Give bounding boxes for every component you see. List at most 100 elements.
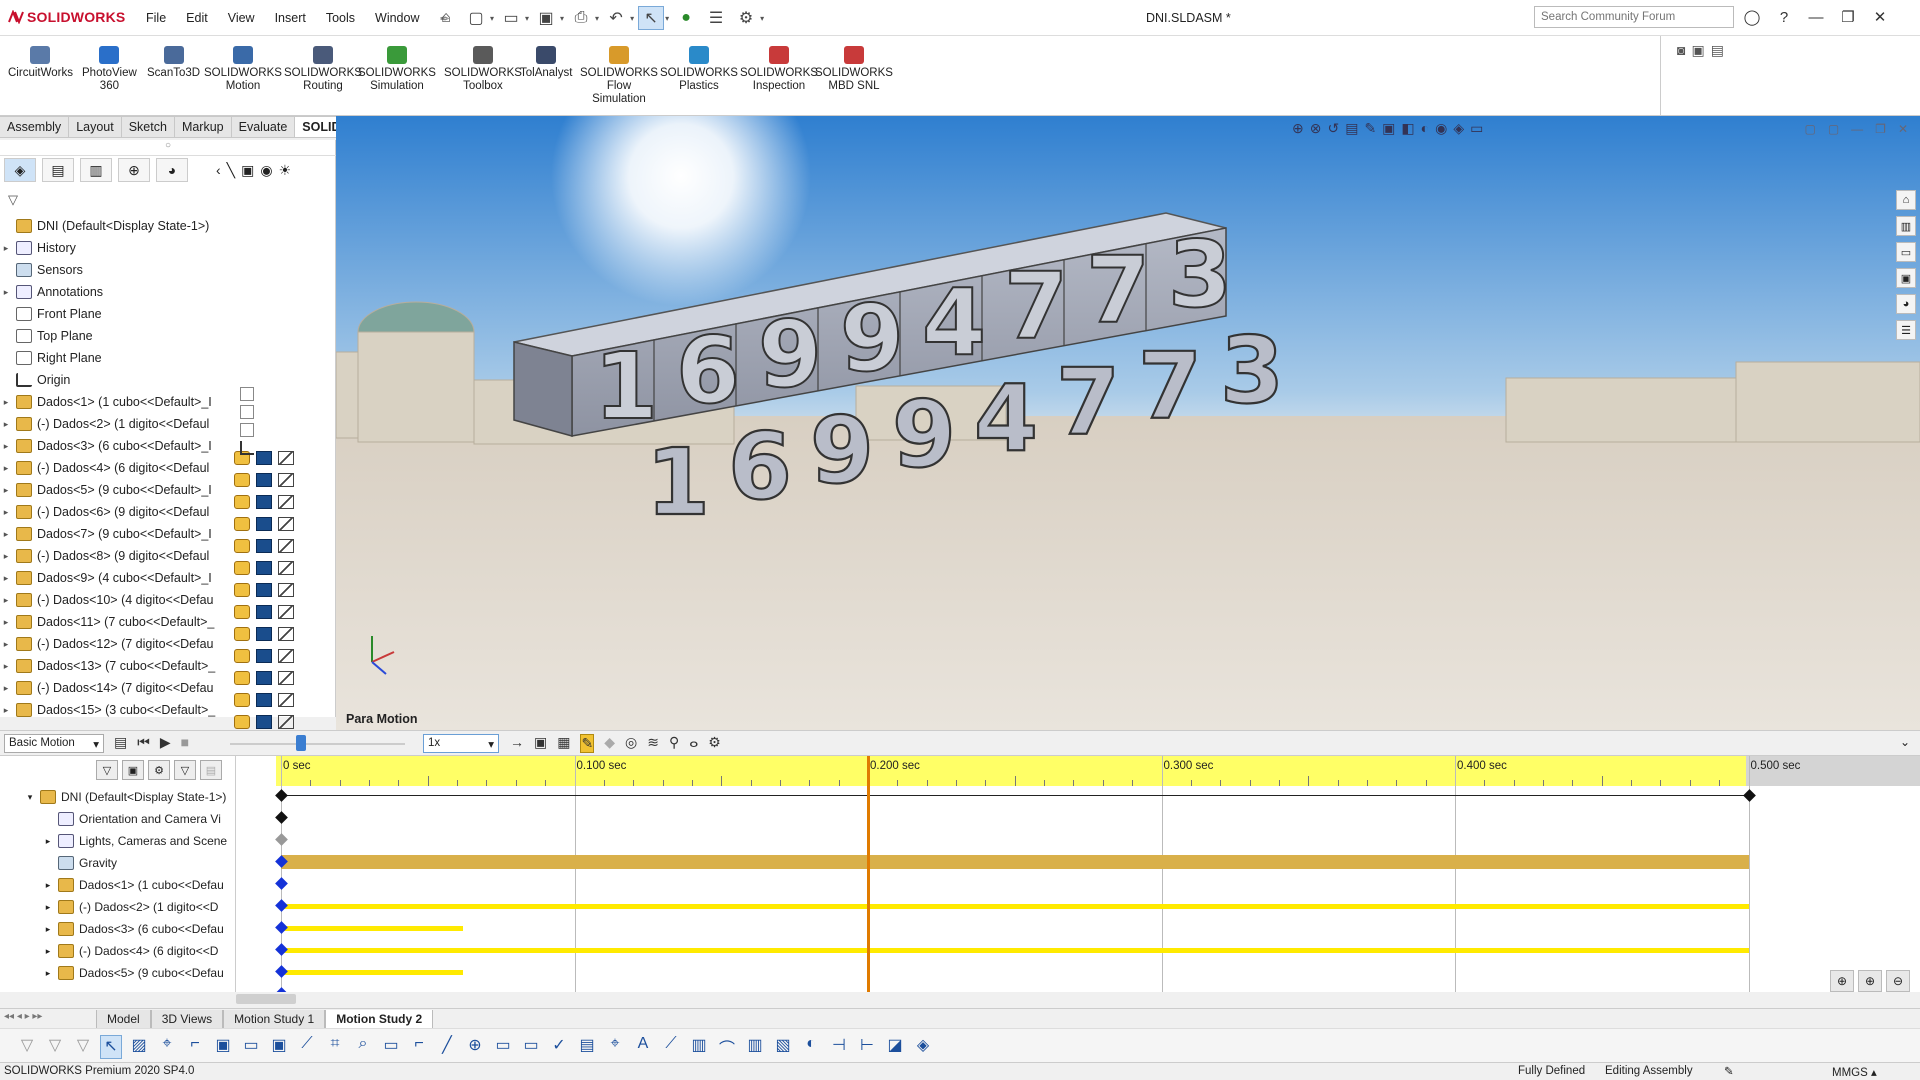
motion-study-type-select[interactable]: Basic Motion ▾ bbox=[4, 734, 104, 753]
filter-blocks-icon[interactable]: ⟋ bbox=[660, 1035, 682, 1059]
filter-sketch-segments-icon[interactable]: ▭ bbox=[380, 1035, 402, 1059]
tree-item[interactable]: ▸ History bbox=[0, 237, 230, 259]
expand-arrow-icon[interactable]: ▸ bbox=[0, 573, 12, 584]
filter-planes-icon[interactable]: ⌗ bbox=[324, 1035, 346, 1059]
filter-connection-points-icon[interactable]: ▧ bbox=[772, 1035, 794, 1059]
scene-icon[interactable]: ☀ bbox=[279, 162, 292, 179]
add-key-icon[interactable]: ◆ bbox=[604, 734, 615, 753]
tab-scroll-arrows[interactable]: ◂◂ ◂ ▸ ▸▸ bbox=[4, 1011, 42, 1022]
filter-icon[interactable]: ▽ bbox=[8, 192, 18, 208]
filter-routing-points-icon[interactable]: ◐ bbox=[800, 1035, 822, 1059]
mate-icon[interactable] bbox=[278, 451, 294, 465]
expand-arrow-icon[interactable]: ▸ bbox=[0, 243, 12, 254]
start-keyframe[interactable] bbox=[275, 899, 288, 912]
mate-icon[interactable] bbox=[278, 495, 294, 509]
new-document-icon[interactable]: ▢ bbox=[463, 6, 489, 30]
chevron-down-icon[interactable]: ▾ bbox=[595, 14, 599, 23]
current-time-bar[interactable] bbox=[867, 756, 870, 992]
menu-tools[interactable]: Tools bbox=[316, 11, 365, 26]
tab-assembly[interactable]: Assembly bbox=[0, 116, 70, 138]
tree-item[interactable]: ▸ Dados<5> (9 cubo<<Default>_I bbox=[0, 479, 230, 501]
start-keyframe[interactable] bbox=[275, 965, 288, 978]
chevron-down-icon[interactable]: ▾ bbox=[665, 14, 669, 23]
ribbon-button-8[interactable]: SOLIDWORKS Flow Simulation bbox=[580, 46, 658, 106]
expand-arrow-icon[interactable]: ▸ bbox=[0, 683, 12, 694]
tree-item[interactable]: Top Plane bbox=[0, 325, 230, 347]
expand-arrow-icon[interactable]: ▸ bbox=[0, 639, 12, 650]
zoom-to-fit-icon[interactable]: ⊕ bbox=[1292, 120, 1304, 137]
zoom-out-icon[interactable]: ⊖ bbox=[1886, 970, 1910, 992]
component-state-icon[interactable] bbox=[234, 671, 250, 685]
minimize-icon[interactable]: — bbox=[1804, 6, 1828, 28]
tree-item[interactable]: ▸ (-) Dados<4> (6 digito<<Defaul bbox=[0, 457, 230, 479]
tab-evaluate[interactable]: Evaluate bbox=[231, 116, 296, 138]
start-keyframe[interactable] bbox=[275, 877, 288, 890]
plane-visibility-icon[interactable] bbox=[240, 441, 254, 455]
menu-edit[interactable]: Edit bbox=[176, 11, 218, 26]
filter-datum-targets-icon[interactable]: ⌖ bbox=[604, 1035, 626, 1059]
expand-arrow-icon[interactable]: ▸ bbox=[0, 507, 12, 518]
collapse-motion-manager-icon[interactable]: ⌄ bbox=[1900, 735, 1910, 749]
filter-center-marks-icon[interactable]: ▥ bbox=[688, 1035, 710, 1059]
ribbon-button-6[interactable]: SOLIDWORKS Toolbox bbox=[444, 46, 522, 93]
expand-arrow-icon[interactable]: ▸ bbox=[0, 419, 12, 430]
edit-appearance-icon[interactable]: ◉ bbox=[1435, 120, 1447, 137]
tab-markup[interactable]: Markup bbox=[174, 116, 232, 138]
component-state-icon[interactable] bbox=[234, 473, 250, 487]
tab-layout[interactable]: Layout bbox=[69, 116, 122, 138]
tree-item[interactable]: ▸ Dados<13> (7 cubo<<Default>_ bbox=[0, 655, 230, 677]
viewport-tile-icon[interactable]: ▢ bbox=[1804, 122, 1815, 136]
filter-surface-bodies-icon[interactable]: ▭ bbox=[240, 1035, 262, 1059]
tree-item[interactable]: ▸ Dados<11> (7 cubo<<Default>_ bbox=[0, 611, 230, 633]
dynamic-annotation-icon[interactable]: ✎ bbox=[1364, 120, 1376, 137]
expand-arrow-icon[interactable]: ▸ bbox=[42, 880, 54, 891]
component-state-icon[interactable] bbox=[234, 561, 250, 575]
stop-icon[interactable]: ■ bbox=[181, 734, 189, 751]
track-line[interactable] bbox=[281, 795, 1749, 796]
expand-arrow-icon[interactable]: ▸ bbox=[42, 836, 54, 847]
filter-faces-icon[interactable]: ▣ bbox=[212, 1035, 234, 1059]
search-input[interactable] bbox=[1534, 6, 1734, 28]
expand-arrow-icon[interactable]: ▸ bbox=[0, 551, 12, 562]
filter-weld-symbols-icon[interactable]: ▤ bbox=[576, 1035, 598, 1059]
open-folder-icon[interactable]: ▭ bbox=[498, 6, 524, 30]
pane-splitter[interactable]: ○ bbox=[0, 140, 336, 156]
user-icon[interactable]: ◯ bbox=[1740, 6, 1764, 28]
save-animation-icon[interactable]: ▣ bbox=[534, 734, 547, 753]
print-icon[interactable]: ⎙ bbox=[568, 6, 594, 30]
playback-speed-select[interactable]: 1x ▾ bbox=[423, 734, 499, 753]
play-icon[interactable]: ▶ bbox=[160, 734, 171, 751]
plane-visibility-icon[interactable] bbox=[240, 423, 254, 437]
component-state-icon[interactable] bbox=[234, 693, 250, 707]
display-state-icon[interactable] bbox=[256, 583, 272, 597]
filter-toggle-icon[interactable]: ▽ bbox=[16, 1035, 38, 1059]
component-state-icon[interactable] bbox=[234, 627, 250, 641]
view-palette-icon[interactable]: ▣ bbox=[1896, 268, 1916, 288]
filter-notes-icon[interactable]: ✓ bbox=[548, 1035, 570, 1059]
tree-item[interactable]: ▸ Dados<9> (4 cubo<<Default>_I bbox=[0, 567, 230, 589]
menu-insert[interactable]: Insert bbox=[265, 11, 316, 26]
filter-dimensions-icon[interactable]: ⊕ bbox=[464, 1035, 486, 1059]
display-state-icon[interactable] bbox=[256, 693, 272, 707]
component-state-icon[interactable] bbox=[234, 715, 250, 729]
expand-arrow-icon[interactable]: ▸ bbox=[0, 705, 12, 716]
display-state-icon[interactable] bbox=[256, 517, 272, 531]
apply-scene-icon[interactable]: ◈ bbox=[1453, 120, 1464, 137]
expand-arrow-icon[interactable]: ▸ bbox=[0, 397, 12, 408]
component-state-icon[interactable] bbox=[234, 583, 250, 597]
tree-item[interactable]: Front Plane bbox=[0, 303, 230, 325]
mate-icon[interactable] bbox=[278, 517, 294, 531]
calculate-icon[interactable]: ▤ bbox=[114, 734, 127, 751]
mate-icon[interactable] bbox=[278, 627, 294, 641]
filter-dowel-pins-icon[interactable]: ▥ bbox=[744, 1035, 766, 1059]
filter-more-icon[interactable]: ◈ bbox=[912, 1035, 934, 1059]
display-state-icon[interactable] bbox=[256, 473, 272, 487]
gravity-icon[interactable]: ⴰ bbox=[689, 734, 698, 753]
configuration-manager-tab-icon[interactable]: ▥ bbox=[80, 158, 112, 182]
zoom-to-fit-icon[interactable]: ⊕ bbox=[1830, 970, 1854, 992]
hide-show-icon[interactable]: ◐ bbox=[1421, 120, 1429, 137]
tree-item[interactable]: ▸ (-) Dados<8> (9 digito<<Defaul bbox=[0, 545, 230, 567]
expand-arrow-icon[interactable]: ▸ bbox=[0, 661, 12, 672]
traffic-light-icon[interactable]: ● bbox=[673, 6, 699, 30]
feature-manager-tab-icon[interactable]: ◈ bbox=[4, 158, 36, 182]
